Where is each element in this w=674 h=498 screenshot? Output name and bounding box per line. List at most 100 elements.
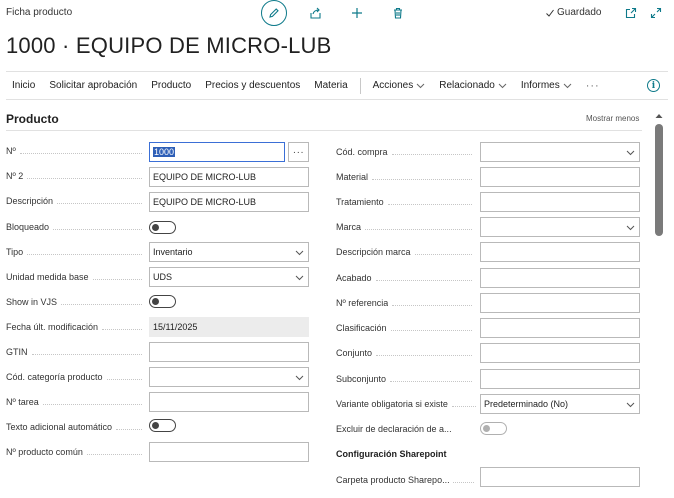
field-label-excluir: Excluir de declaración de a... [336,424,452,434]
action-informes-menu[interactable]: Informes [514,80,579,91]
field-label-subconjunto: Subconjunto [336,374,387,384]
label-leader [31,347,142,355]
check-icon [546,9,554,17]
breadcrumb: Ficha producto [6,7,73,18]
acabado-field[interactable] [480,268,640,288]
field-label-clasificacion: Clasificación [336,323,387,333]
expand-button[interactable] [647,4,665,22]
label-leader [414,247,472,255]
edit-button[interactable] [261,0,287,26]
tarea-field[interactable] [149,392,309,412]
cod-compra-select[interactable] [480,142,640,162]
categoria-select[interactable] [149,367,309,387]
field-label-conjunto: Conjunto [336,348,373,358]
action-acciones-label: Acciones [372,80,414,91]
field-label-variante: Variante obligatoria si existe [336,399,448,409]
sharepoint-field[interactable] [480,467,640,487]
field-row-sharepoint: Carpeta producto Sharepo... [336,473,476,487]
field-row-referencia: Nº referencia [336,296,476,310]
popout-button[interactable] [622,4,640,22]
unidad-select[interactable]: UDS [149,267,309,287]
action-producto[interactable]: Producto [144,80,198,91]
texto-adicional-toggle[interactable] [149,419,176,432]
variante-select[interactable]: Predeterminado (No) [480,394,640,414]
toggle-knob [152,224,159,231]
label-leader [19,146,142,154]
chevron-down-icon [295,375,304,380]
descripcion-field[interactable]: EQUIPO DE MICRO-LUB [149,192,309,212]
action-bar: Inicio Solicitar aprobación Producto Pre… [6,71,668,100]
action-relacionado-menu[interactable]: Relacionado [432,80,514,91]
more-actions-button[interactable]: ··· [579,80,607,92]
section-divider [6,130,642,131]
saved-label: Guardado [557,7,602,18]
label-leader [42,397,142,405]
label-leader [390,374,472,382]
show-vjs-toggle[interactable] [149,295,176,308]
label-leader [86,447,142,455]
section-title: Producto [6,112,59,126]
no-field-value: 1000 [153,147,176,157]
chevron-down-icon [563,83,572,89]
descripcion-marca-field[interactable] [480,242,640,262]
scrollbar[interactable] [653,112,665,498]
action-precios-descuentos[interactable]: Precios y descuentos [198,80,307,91]
saved-status: Guardado [545,7,601,18]
action-materia[interactable]: Materia [307,80,354,91]
info-icon[interactable]: i [647,79,660,92]
field-row-producto-comun: Nº producto común [6,445,146,459]
field-row-conjunto: Conjunto [336,346,476,360]
conjunto-field[interactable] [480,343,640,363]
field-label-categoria: Cód. categoría producto [6,372,103,382]
field-label-texto-adicional: Texto adicional automático [6,422,113,432]
label-leader [451,399,476,407]
sharepoint-title: Configuración Sharepoint [336,449,447,459]
field-row-variante: Variante obligatoria si existe [336,397,480,411]
producto-comun-field[interactable] [149,442,309,462]
label-leader [376,348,472,356]
label-leader [390,323,472,331]
label-leader [375,273,472,281]
trash-icon [394,7,402,19]
referencia-field[interactable] [480,293,640,313]
show-less-link[interactable]: Mostrar menos [586,114,639,123]
action-solicitar-aprobacion[interactable]: Solicitar aprobación [42,80,144,91]
material-field[interactable] [480,167,640,187]
excluir-toggle[interactable] [480,422,507,435]
gtin-field[interactable] [149,342,309,362]
bloqueado-toggle[interactable] [149,221,176,234]
chevron-down-icon [295,275,304,280]
subconjunto-field[interactable] [480,369,640,389]
field-row-tarea: Nº tarea [6,395,146,409]
action-informes-label: Informes [520,80,560,91]
tipo-select-value: Inventario [153,247,193,257]
field-label-gtin: GTIN [6,347,28,357]
new-button[interactable] [348,4,366,22]
scroll-thumb[interactable] [655,124,663,236]
marca-select[interactable] [480,217,640,237]
delete-button[interactable] [389,4,407,22]
scroll-up-icon[interactable] [655,112,663,120]
field-label-tipo: Tipo [6,247,24,257]
tratamiento-field[interactable] [480,192,640,212]
top-bar: Ficha producto Guardado [0,0,674,28]
share-button[interactable] [306,4,324,22]
label-leader [392,298,472,306]
field-label-material: Material [336,172,369,182]
toggle-knob [152,298,159,305]
no-field[interactable]: 1000 [149,142,285,162]
no-assist-button[interactable]: ··· [288,142,309,162]
label-leader [57,196,142,204]
action-acciones-menu[interactable]: Acciones [366,80,433,91]
label-leader [102,322,142,330]
action-inicio[interactable]: Inicio [6,80,42,91]
clasificacion-field[interactable] [480,318,640,338]
field-row-bloqueado: Bloqueado [6,220,146,234]
action-separator [359,77,361,94]
label-leader [61,297,142,305]
no2-field[interactable]: EQUIPO DE MICRO-LUB [149,167,309,187]
tipo-select[interactable]: Inventario [149,242,309,262]
label-leader [391,147,472,155]
label-leader [365,222,472,230]
field-label-bloqueado: Bloqueado [6,222,50,232]
